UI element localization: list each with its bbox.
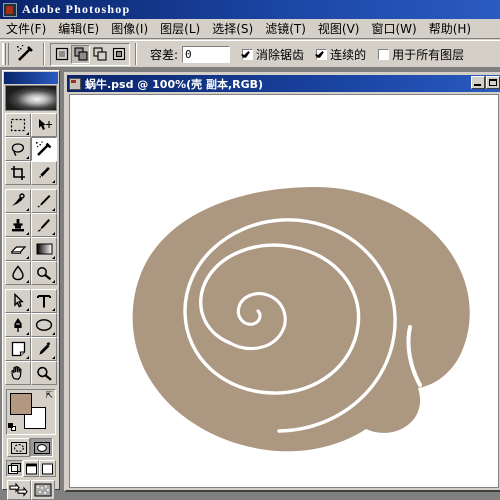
restore-button[interactable] — [486, 76, 500, 89]
anti-alias-checkbox[interactable]: 消除锯齿 — [242, 46, 304, 63]
imageready-preview-button[interactable] — [31, 480, 55, 500]
dodge-icon[interactable] — [31, 261, 57, 285]
add-to-selection-button[interactable] — [71, 44, 90, 64]
toolbox-row — [5, 289, 57, 313]
options-separator-1 — [43, 43, 45, 65]
options-separator-2 — [135, 43, 137, 65]
healing-brush-icon[interactable] — [5, 189, 31, 213]
document-canvas[interactable] — [69, 94, 499, 488]
default-colors-icon[interactable] — [8, 423, 17, 432]
toolbox-row — [5, 361, 57, 385]
menu-window[interactable]: 窗口(W) — [365, 19, 422, 39]
document-window: 蜗牛.psd @ 100%(壳 副本,RGB) — [64, 72, 500, 492]
toolbox-row — [5, 261, 57, 285]
menu-image[interactable]: 图像(I) — [105, 19, 154, 39]
hand-icon[interactable] — [5, 361, 31, 385]
menu-filter[interactable]: 滤镜(T) — [259, 19, 312, 39]
subtract-from-selection-button[interactable] — [90, 45, 109, 64]
lasso-icon[interactable] — [5, 137, 31, 161]
type-icon[interactable] — [31, 289, 57, 313]
document-titlebar[interactable]: 蜗牛.psd @ 100%(壳 副本,RGB) — [67, 75, 500, 92]
toolbox-row — [5, 189, 57, 213]
new-selection-button[interactable] — [52, 45, 71, 64]
document-title: 蜗牛.psd @ 100%(壳 副本,RGB) — [85, 77, 264, 91]
full-screen-with-menubar-button[interactable] — [22, 460, 40, 477]
standard-screen-mode-button[interactable] — [6, 460, 23, 477]
all-layers-checkbox[interactable]: 用于所有图层 — [378, 46, 464, 63]
eraser-icon[interactable] — [5, 237, 31, 261]
tool-options-bar: 容差: 0 消除锯齿 连续的 用于所有图层 — [0, 40, 500, 68]
menu-select[interactable]: 选择(S) — [206, 19, 259, 39]
tolerance-input[interactable]: 0 — [182, 45, 231, 63]
menu-view[interactable]: 视图(V) — [312, 19, 366, 39]
toolbox-row — [5, 237, 57, 261]
all-layers-label: 用于所有图层 — [392, 47, 465, 62]
minimize-button[interactable] — [471, 76, 485, 89]
tolerance-label: 容差: — [150, 47, 179, 62]
toolbox-row — [5, 313, 57, 337]
shell-body — [132, 187, 470, 452]
color-swatches: ⇱ — [6, 389, 56, 435]
options-bar-grip[interactable] — [2, 43, 9, 65]
magic-wand-icon[interactable] — [12, 42, 38, 66]
screen-modes — [6, 460, 57, 477]
full-screen-mode-button[interactable] — [39, 460, 57, 477]
toolbox-banner-image — [5, 85, 57, 111]
crop-icon[interactable] — [5, 161, 31, 185]
foreground-color-swatch[interactable] — [10, 393, 32, 415]
magic-wand-icon[interactable] — [31, 137, 57, 161]
gradient-icon[interactable] — [31, 237, 57, 261]
pen-icon[interactable] — [5, 313, 31, 337]
paintbrush-icon[interactable] — [31, 189, 57, 213]
jump-to-imageready-button[interactable] — [7, 480, 31, 500]
blur-icon[interactable] — [5, 261, 31, 285]
path-selection-icon[interactable] — [5, 289, 31, 313]
swap-colors-icon[interactable]: ⇱ — [45, 391, 53, 400]
standard-mode-button[interactable] — [7, 438, 30, 457]
history-brush-icon[interactable] — [31, 213, 57, 237]
shape-icon[interactable] — [31, 313, 57, 337]
toolbox-row — [5, 213, 57, 237]
snail-shell-spiral — [132, 187, 470, 452]
contiguous-label: 连续的 — [330, 47, 367, 62]
intersect-with-selection-button[interactable] — [109, 45, 128, 64]
menubar: 文件(F) 编辑(E) 图像(I) 图层(L) 选择(S) 滤镜(T) 视图(V… — [0, 19, 500, 39]
document-window-buttons — [470, 76, 500, 89]
move-icon[interactable] — [31, 113, 57, 137]
quick-mask-mode-button[interactable] — [30, 438, 53, 457]
selection-mode-group — [50, 42, 130, 66]
toolbox-row — [5, 161, 57, 185]
menu-help[interactable]: 帮助(H) — [423, 19, 477, 39]
toolbox-palette: ⇱ — [2, 70, 60, 500]
all-layers-checkbox-box[interactable] — [378, 48, 390, 60]
jump-to-buttons — [7, 480, 55, 500]
toolbox-row — [5, 137, 57, 161]
zoom-icon[interactable] — [31, 361, 57, 385]
photoshop-window: Adobe Photoshop 文件(F) 编辑(E) 图像(I) 图层(L) … — [0, 0, 500, 500]
notes-icon[interactable] — [5, 337, 31, 361]
anti-alias-label: 消除锯齿 — [256, 47, 305, 62]
photoshop-app-icon[interactable] — [3, 2, 17, 17]
toolbox-row — [5, 337, 57, 361]
application-title: Adobe Photoshop — [22, 2, 131, 16]
application-titlebar: Adobe Photoshop — [0, 0, 500, 19]
quick-mask-modes — [7, 438, 55, 457]
clone-stamp-icon[interactable] — [5, 213, 31, 237]
contiguous-checkbox[interactable]: 连续的 — [316, 46, 366, 63]
toolbox-tool-grid — [5, 113, 57, 385]
toolbox-titlebar[interactable] — [4, 72, 58, 84]
slice-icon[interactable] — [31, 161, 57, 185]
rectangular-marquee-icon[interactable] — [5, 113, 31, 137]
anti-alias-checkbox-box[interactable] — [242, 48, 254, 60]
menu-layer[interactable]: 图层(L) — [154, 19, 206, 39]
document-icon — [69, 77, 81, 90]
menu-edit[interactable]: 编辑(E) — [52, 19, 105, 39]
menu-file[interactable]: 文件(F) — [0, 19, 52, 39]
contiguous-checkbox-box[interactable] — [316, 48, 328, 60]
toolbox-row — [5, 113, 57, 137]
eyedropper-icon[interactable] — [31, 337, 57, 361]
